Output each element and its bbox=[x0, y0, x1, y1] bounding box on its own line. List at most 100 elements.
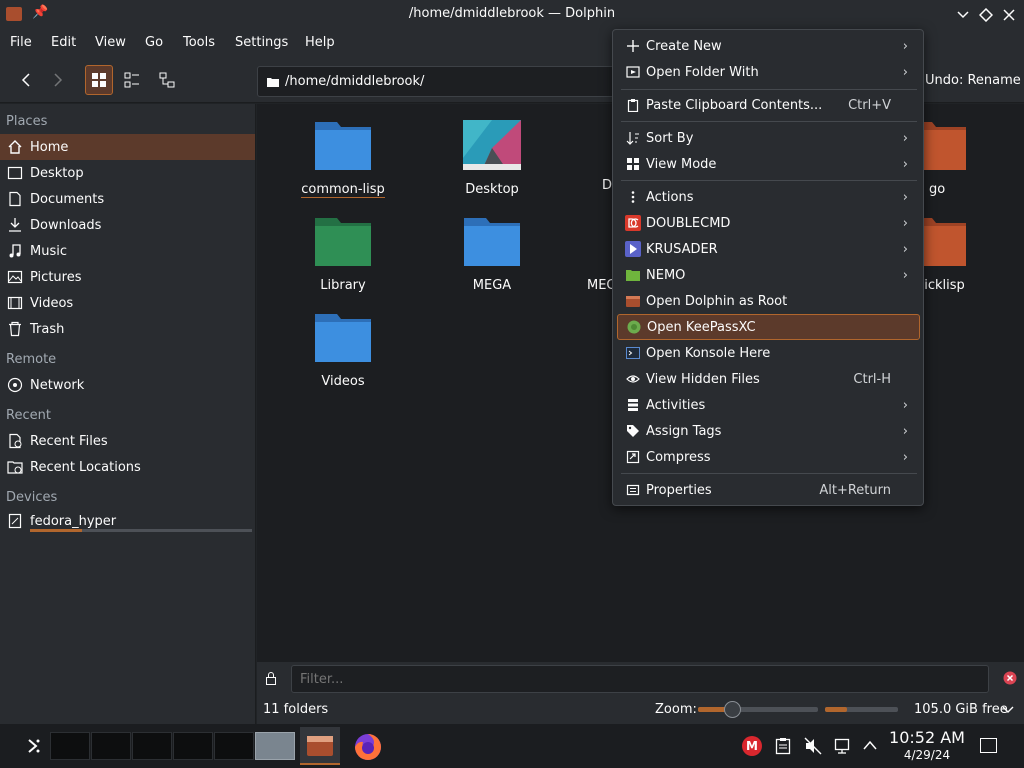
sidebar-item-videos[interactable]: Videos bbox=[0, 290, 255, 316]
chevron-right-icon: › bbox=[902, 241, 908, 257]
recent-files-icon bbox=[6, 432, 24, 450]
app-launcher-icon[interactable] bbox=[24, 737, 42, 755]
file-item-partial-d[interactable]: D bbox=[566, 118, 612, 193]
chevron-right-icon: › bbox=[902, 64, 908, 80]
virtual-desktop-4[interactable] bbox=[173, 732, 213, 760]
maximize-icon[interactable] bbox=[979, 8, 993, 22]
file-item-mega[interactable]: MEGA bbox=[417, 214, 567, 293]
mega-tray-icon[interactable]: M bbox=[742, 736, 762, 756]
file-item-desktop[interactable]: Desktop bbox=[417, 118, 567, 197]
menu-item-doublecmd[interactable]: DOUBLECMD › bbox=[617, 210, 920, 236]
file-item-library[interactable]: Library bbox=[268, 214, 418, 293]
menu-tools[interactable]: Tools bbox=[183, 35, 215, 50]
menu-item-view-mode[interactable]: View Mode › bbox=[617, 151, 920, 177]
clear-filter-icon[interactable] bbox=[1003, 671, 1017, 685]
clock-time[interactable]: 10:52 AM bbox=[885, 728, 969, 747]
menu-file[interactable]: File bbox=[10, 35, 32, 50]
sidebar-item-downloads[interactable]: Downloads bbox=[0, 212, 255, 238]
show-desktop-icon[interactable] bbox=[980, 738, 997, 753]
menu-item-actions[interactable]: Actions › bbox=[617, 184, 920, 210]
chevron-right-icon: › bbox=[902, 189, 908, 205]
volume-muted-icon[interactable] bbox=[804, 737, 822, 755]
menu-label: Assign Tags bbox=[646, 423, 722, 439]
menu-item-open-keepassxc[interactable]: Open KeePassXC bbox=[617, 314, 920, 340]
menu-item-nemo[interactable]: NEMO › bbox=[617, 262, 920, 288]
sidebar-item-recent-locations[interactable]: Recent Locations bbox=[0, 454, 255, 480]
virtual-desktop-2[interactable] bbox=[91, 732, 131, 760]
chevron-down-icon[interactable] bbox=[1002, 705, 1014, 715]
lock-icon[interactable] bbox=[264, 671, 278, 685]
file-item-videos[interactable]: Videos bbox=[268, 310, 418, 389]
sidebar-item-desktop[interactable]: Desktop bbox=[0, 160, 255, 186]
sidebar-item-music[interactable]: Music bbox=[0, 238, 255, 264]
menu-item-create-new[interactable]: Create New › bbox=[617, 33, 920, 59]
location-bar[interactable]: /home/dmiddlebrook/ bbox=[257, 66, 617, 97]
sidebar-item-pictures[interactable]: Pictures bbox=[0, 264, 255, 290]
clipboard-tray-icon[interactable] bbox=[775, 737, 791, 755]
menu-settings[interactable]: Settings bbox=[235, 35, 288, 50]
virtual-desktop-6-active[interactable] bbox=[255, 732, 295, 760]
file-item-common-lisp[interactable]: common-lisp bbox=[268, 118, 418, 198]
menu-item-assign-tags[interactable]: Assign Tags › bbox=[617, 418, 920, 444]
krusader-icon bbox=[625, 241, 641, 257]
virtual-desktop-5[interactable] bbox=[214, 732, 254, 760]
sidebar-item-documents[interactable]: Documents bbox=[0, 186, 255, 212]
menu-item-sort-by[interactable]: Sort By › bbox=[617, 125, 920, 151]
section-devices: Devices bbox=[6, 490, 58, 505]
icons-view-button[interactable] bbox=[85, 65, 113, 95]
file-item-quicklisp-icon[interactable] bbox=[924, 214, 968, 268]
filter-input[interactable] bbox=[291, 665, 989, 693]
menu-item-open-dolphin-root[interactable]: Open Dolphin as Root bbox=[617, 288, 920, 314]
sidebar-item-recent-files[interactable]: Recent Files bbox=[0, 428, 255, 454]
zoom-slider[interactable] bbox=[698, 701, 818, 718]
free-space-label[interactable]: 105.0 GiB free bbox=[914, 702, 1008, 717]
virtual-desktop-3[interactable] bbox=[132, 732, 172, 760]
chevron-right-icon: › bbox=[902, 38, 908, 54]
taskbar-dolphin[interactable] bbox=[300, 727, 340, 765]
menu-item-compress[interactable]: Compress › bbox=[617, 444, 920, 470]
sidebar-item-trash[interactable]: Trash bbox=[0, 316, 255, 342]
network-tray-icon[interactable] bbox=[834, 737, 852, 755]
back-button[interactable] bbox=[12, 65, 40, 95]
dolphin-icon bbox=[625, 293, 641, 309]
menu-help[interactable]: Help bbox=[305, 35, 335, 50]
title-bar[interactable]: 📌 /home/dmiddlebrook — Dolphin bbox=[0, 0, 1024, 29]
forward-button[interactable] bbox=[44, 65, 72, 95]
file-item-go-icon[interactable] bbox=[924, 118, 968, 172]
virtual-desktop-1[interactable] bbox=[50, 732, 90, 760]
clock-date[interactable]: 4/29/24 bbox=[885, 748, 969, 762]
menu-label: Compress bbox=[646, 449, 711, 465]
properties-icon bbox=[625, 482, 641, 498]
status-bar: 11 folders Zoom: 105.0 GiB free bbox=[257, 695, 1024, 724]
sidebar-item-home[interactable]: Home bbox=[0, 134, 255, 160]
minimize-icon[interactable] bbox=[956, 8, 970, 22]
separator bbox=[621, 89, 917, 90]
file-label: D bbox=[601, 178, 612, 193]
forward-arrow-icon bbox=[54, 73, 63, 87]
menu-item-krusader[interactable]: KRUSADER › bbox=[617, 236, 920, 262]
menu-item-paste[interactable]: Paste Clipboard Contents... Ctrl+V bbox=[617, 92, 920, 118]
close-icon[interactable] bbox=[1002, 8, 1016, 22]
menu-item-view-hidden[interactable]: View Hidden Files Ctrl-H bbox=[617, 366, 920, 392]
folder-icon bbox=[315, 314, 371, 362]
menu-go[interactable]: Go bbox=[145, 35, 163, 50]
menu-item-open-konsole[interactable]: Open Konsole Here bbox=[617, 340, 920, 366]
grid-view-icon bbox=[92, 73, 106, 87]
menu-label: Activities bbox=[646, 397, 706, 413]
sidebar-item-network[interactable]: Network bbox=[0, 372, 255, 398]
folder-icon bbox=[924, 218, 966, 266]
menu-edit[interactable]: Edit bbox=[51, 35, 76, 50]
menu-item-open-folder-with[interactable]: Open Folder With › bbox=[617, 59, 920, 85]
separator bbox=[621, 473, 917, 474]
undo-rename-button[interactable]: Undo: Rename bbox=[925, 73, 1021, 88]
separator bbox=[621, 121, 917, 122]
menu-view[interactable]: View bbox=[95, 35, 126, 50]
menu-item-activities[interactable]: Activities › bbox=[617, 392, 920, 418]
firefox-icon[interactable] bbox=[352, 731, 384, 763]
compact-view-button[interactable] bbox=[118, 65, 146, 95]
folder-icon bbox=[315, 122, 371, 170]
zoom-slider-handle[interactable] bbox=[724, 701, 741, 718]
menu-item-properties[interactable]: Properties Alt+Return bbox=[617, 477, 920, 503]
details-view-button[interactable] bbox=[153, 65, 181, 95]
chevron-up-icon[interactable] bbox=[862, 738, 878, 752]
